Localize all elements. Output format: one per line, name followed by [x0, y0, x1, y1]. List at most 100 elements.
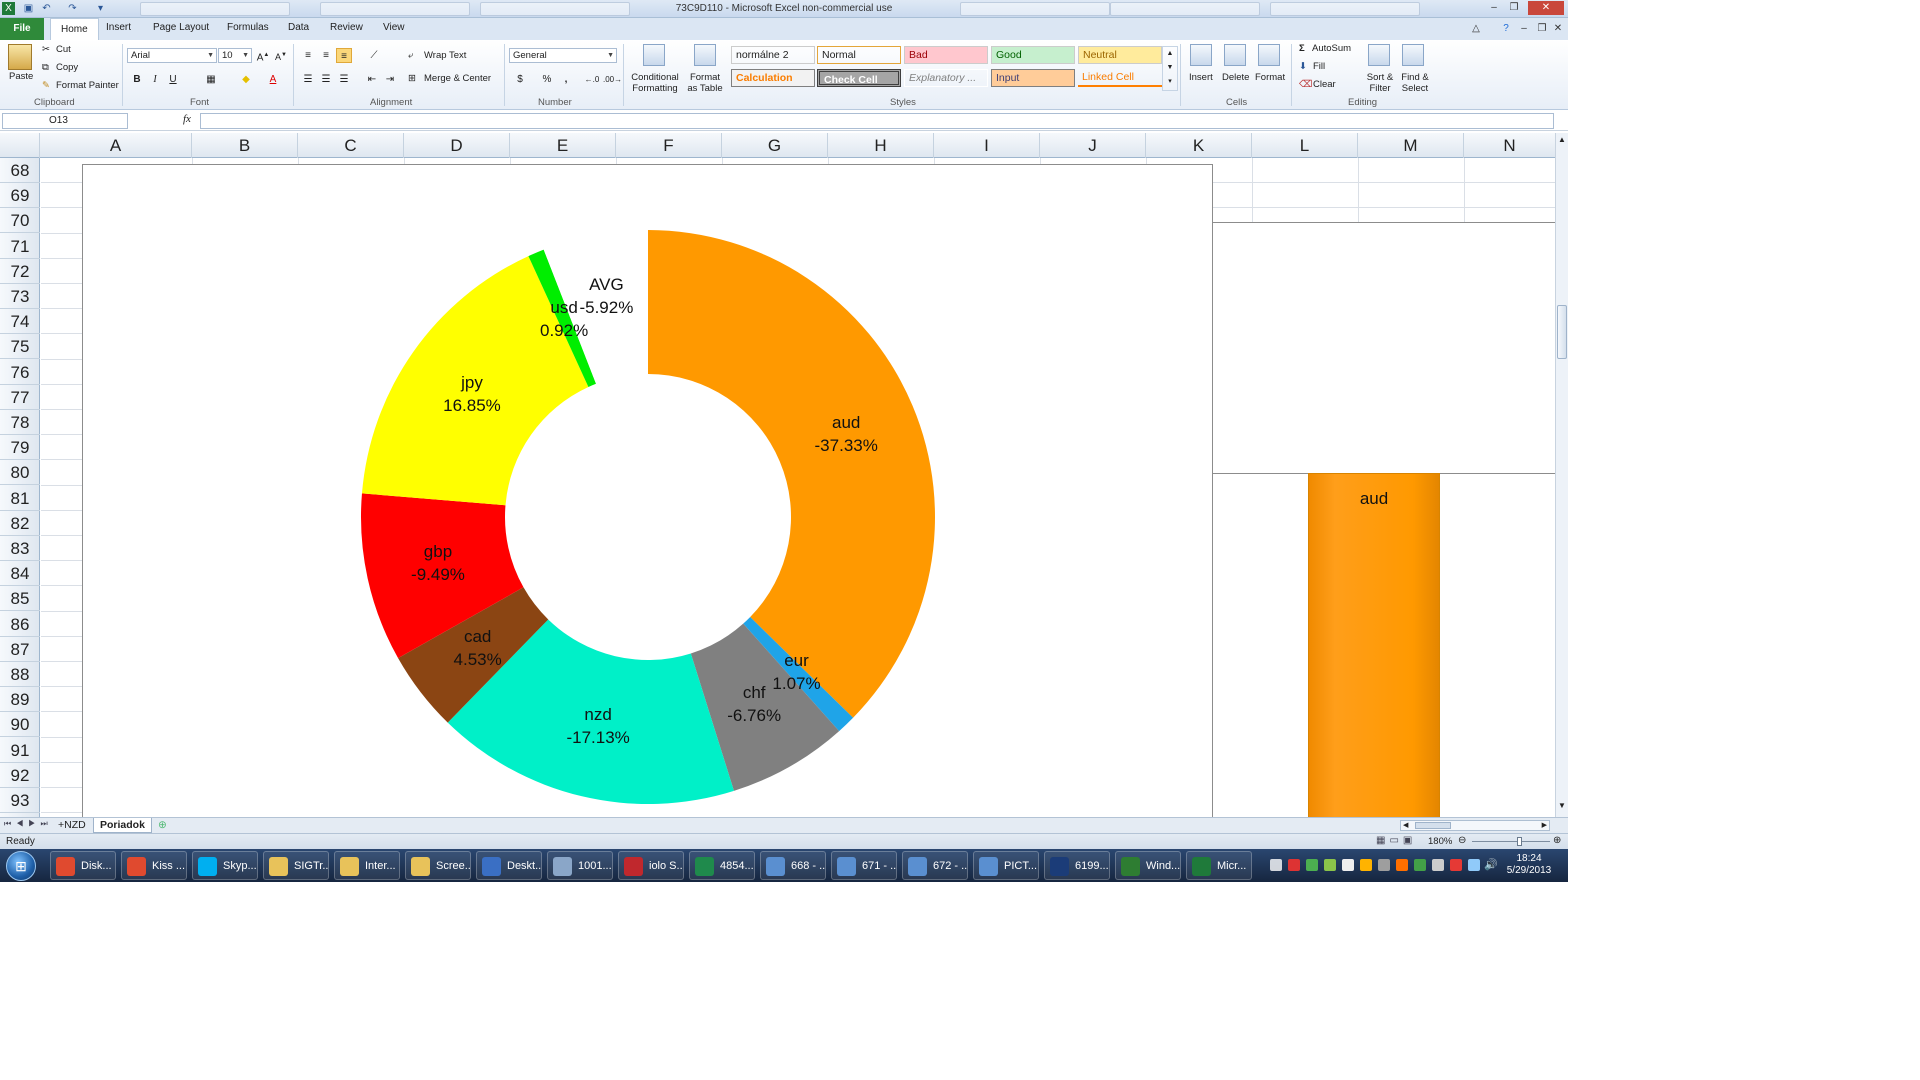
zoom-slider-thumb[interactable] [1517, 837, 1522, 846]
taskbar-item[interactable]: Scree... [405, 851, 471, 880]
format-cells-button[interactable]: Format [1255, 72, 1285, 83]
taskbar-item[interactable]: Inter... [334, 851, 400, 880]
tab-review[interactable]: Review [330, 22, 363, 33]
style-normalne2[interactable]: normálne 2 [731, 46, 815, 64]
row-header-68[interactable]: 68 [0, 158, 40, 183]
row-header-92[interactable]: 92 [0, 763, 40, 788]
row-header-83[interactable]: 83 [0, 536, 40, 561]
style-neutral[interactable]: Neutral [1078, 46, 1162, 64]
taskbar-item[interactable]: Wind... [1115, 851, 1181, 880]
style-input[interactable]: Input [991, 69, 1075, 87]
autosum-button[interactable]: AutoSum [1312, 43, 1351, 54]
decrease-decimal-icon[interactable]: .00→ [603, 72, 622, 87]
column-header-g[interactable]: G [722, 133, 828, 158]
tray-icon-2[interactable] [1288, 859, 1300, 871]
shrink-font-icon[interactable]: A▼ [273, 48, 289, 63]
zoom-in-icon[interactable]: ⊕ [1553, 835, 1561, 846]
formula-input[interactable] [200, 113, 1554, 129]
doc-minimize-button[interactable]: – [1516, 22, 1532, 36]
style-good[interactable]: Good [991, 46, 1075, 64]
column-header-k[interactable]: K [1146, 133, 1252, 158]
tray-icon-8[interactable] [1396, 859, 1408, 871]
autosum-icon[interactable]: Σ [1299, 43, 1305, 54]
zoom-level[interactable]: 180% [1428, 836, 1452, 847]
bar-aud[interactable] [1308, 473, 1440, 818]
taskbar-item[interactable]: 6199... [1044, 851, 1110, 880]
scroll-left-icon[interactable]: ◀ [1403, 821, 1408, 829]
format-as-table-icon[interactable] [694, 44, 716, 66]
select-all-corner[interactable] [0, 133, 40, 158]
column-header-h[interactable]: H [828, 133, 934, 158]
merge-center-icon[interactable]: ⊞ [408, 73, 416, 84]
font-size-select[interactable]: 10 ▼ [218, 48, 252, 63]
column-header-c[interactable]: C [298, 133, 404, 158]
row-header-75[interactable]: 75 [0, 334, 40, 360]
column-header-m[interactable]: M [1358, 133, 1464, 158]
zoom-slider-track[interactable] [1472, 841, 1550, 842]
tab-view[interactable]: View [383, 22, 405, 33]
column-header-j[interactable]: J [1040, 133, 1146, 158]
conditional-formatting-button[interactable]: Conditional Formatting [628, 72, 682, 94]
cut-icon[interactable]: ✂ [42, 44, 50, 55]
align-center-icon[interactable]: ☰ [318, 72, 334, 87]
doc-restore-button[interactable]: ❐ [1534, 22, 1550, 36]
wrap-text-button[interactable]: Wrap Text [424, 50, 466, 61]
wrap-text-icon[interactable]: ⤶ [408, 50, 413, 61]
tray-icon-11[interactable] [1450, 859, 1462, 871]
column-header-l[interactable]: L [1252, 133, 1358, 158]
taskbar-item[interactable]: Kiss ... [121, 851, 187, 880]
column-header-i[interactable]: I [934, 133, 1040, 158]
name-box[interactable]: O13 [2, 113, 128, 129]
ribbon-collapse-icon[interactable]: △ [1468, 22, 1484, 36]
increase-decimal-icon[interactable]: ←.0 [584, 72, 600, 87]
zoom-out-icon[interactable]: ⊖ [1458, 835, 1466, 846]
start-button[interactable]: ⊞ [6, 851, 36, 881]
style-check-cell[interactable]: Check Cell [817, 69, 901, 87]
column-header-e[interactable]: E [510, 133, 616, 158]
row-header-77[interactable]: 77 [0, 385, 40, 410]
conditional-formatting-icon[interactable] [643, 44, 665, 66]
clear-icon[interactable]: ⌫ [1299, 79, 1312, 90]
vertical-scrollbar[interactable]: ▲ ▼ [1555, 133, 1568, 817]
comma-button[interactable]: , [558, 72, 574, 87]
copy-icon[interactable]: ⧉ [42, 62, 49, 73]
tab-formulas[interactable]: Formulas [227, 22, 269, 33]
styles-more-icon[interactable]: ▲ ▼ ▾ [1162, 46, 1178, 91]
delete-cells-icon[interactable] [1224, 44, 1246, 66]
format-painter-icon[interactable]: ✎ [42, 80, 50, 91]
style-explanatory[interactable]: Explanatory ... [904, 69, 988, 87]
fill-button[interactable]: Fill [1313, 61, 1325, 72]
underline-button[interactable]: U [165, 72, 181, 87]
column-header-a[interactable]: A [40, 133, 192, 158]
row-header-90[interactable]: 90 [0, 712, 40, 738]
network-icon[interactable] [1468, 859, 1480, 871]
tab-file[interactable]: File [0, 18, 44, 40]
tab-home[interactable]: Home [50, 18, 99, 40]
italic-button[interactable]: I [147, 72, 163, 87]
row-header-72[interactable]: 72 [0, 259, 40, 284]
column-header-n[interactable]: N [1464, 133, 1555, 158]
tab-page-layout[interactable]: Page Layout [153, 22, 209, 33]
tray-icon-7[interactable] [1378, 859, 1390, 871]
paste-button[interactable]: Paste [9, 71, 33, 82]
tray-icon-9[interactable] [1414, 859, 1426, 871]
tray-icon-5[interactable] [1342, 859, 1354, 871]
minimize-button[interactable]: – [1486, 1, 1502, 15]
restore-button[interactable]: ❐ [1506, 1, 1522, 15]
scroll-thumb[interactable] [1557, 305, 1567, 359]
scroll-up-icon[interactable]: ▲ [1557, 135, 1567, 144]
column-header-d[interactable]: D [404, 133, 510, 158]
row-header-82[interactable]: 82 [0, 511, 40, 536]
grow-font-icon[interactable]: A▲ [255, 48, 271, 63]
copy-button[interactable]: Copy [56, 62, 78, 73]
doughnut-chart-area[interactable]: aud -37.33% eur 1.07% chf -6.76% nzd -17.13% cad… [82, 164, 1213, 824]
align-left-icon[interactable]: ☰ [300, 72, 316, 87]
insert-sheet-icon[interactable]: ⊕ [152, 818, 173, 833]
clear-button[interactable]: Clear [1313, 79, 1336, 90]
tray-icon-1[interactable] [1270, 859, 1282, 871]
format-painter-button[interactable]: Format Painter [56, 80, 119, 91]
row-header-91[interactable]: 91 [0, 738, 40, 763]
tray-icon-4[interactable] [1324, 859, 1336, 871]
clock[interactable]: 18:24 5/29/2013 [1500, 853, 1558, 877]
bar-chart-area[interactable]: aud [1213, 222, 1555, 822]
